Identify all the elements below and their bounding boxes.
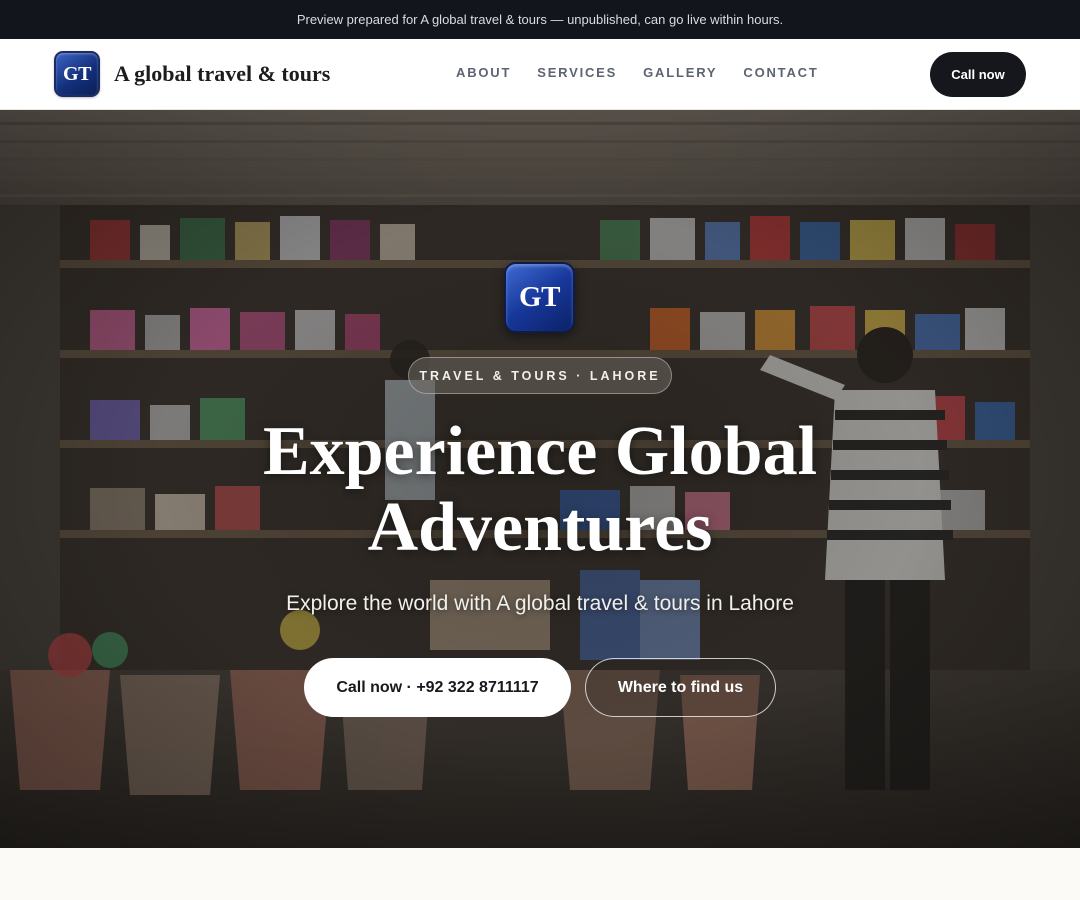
hero-tagline-badge: TRAVEL & TOURS · LAHORE xyxy=(408,357,672,394)
hero-location-button-label: Where to find us xyxy=(617,678,744,696)
hero-subtitle: Explore the world with A global travel &… xyxy=(286,592,794,615)
hero-title: Experience Global Adventures xyxy=(262,413,818,566)
hero-logo: GT xyxy=(504,262,575,333)
nav-item-services[interactable]: SERVICES xyxy=(537,65,617,83)
site-header: GT A global travel & tours ABOUT SERVICE… xyxy=(0,39,1080,110)
hero-logo-text: GT xyxy=(519,281,560,313)
header-call-button[interactable]: Call now xyxy=(930,52,1026,97)
nav-item-contact[interactable]: CONTACT xyxy=(743,65,818,83)
hero-location-button[interactable]: Where to find us xyxy=(585,658,776,717)
next-section xyxy=(0,848,1080,900)
hero-call-button[interactable]: Call now · +92 322 8711117 xyxy=(304,658,571,717)
brand-logo-text: GT xyxy=(63,62,91,85)
hero-section: GT TRAVEL & TOURS · LAHORE Experience Gl… xyxy=(0,110,1080,848)
hero-call-button-label: Call now · +92 322 8711117 xyxy=(336,678,539,696)
nav-item-gallery[interactable]: GALLERY xyxy=(643,65,717,83)
preview-banner: Preview prepared for A global travel & t… xyxy=(0,0,1080,39)
brand-logo[interactable]: GT xyxy=(54,51,100,97)
header-call-button-label: Call now xyxy=(951,67,1005,82)
hero-tagline-text: TRAVEL & TOURS · LAHORE xyxy=(419,368,661,383)
brand-name[interactable]: A global travel & tours xyxy=(114,61,330,87)
nav-item-about[interactable]: ABOUT xyxy=(456,65,511,83)
main-nav: ABOUT SERVICES GALLERY CONTACT xyxy=(456,65,819,83)
preview-banner-text: Preview prepared for A global travel & t… xyxy=(296,12,784,27)
